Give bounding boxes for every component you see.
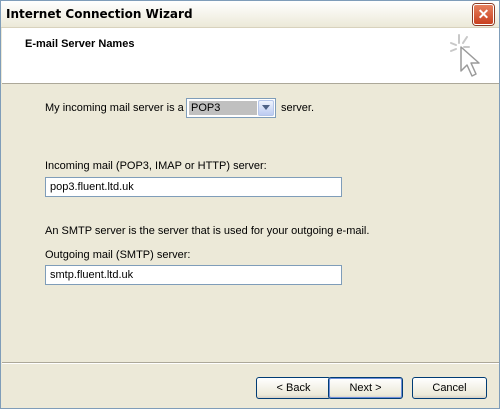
- cancel-button[interactable]: Cancel: [412, 377, 487, 399]
- back-button[interactable]: < Back: [256, 377, 331, 399]
- incoming-type-value: POP3: [189, 101, 257, 115]
- incoming-type-label: My incoming mail server is a: [45, 102, 184, 114]
- chevron-down-icon[interactable]: [258, 100, 274, 116]
- smtp-note: An SMTP server is the server that is use…: [45, 225, 370, 237]
- outgoing-server-label: Outgoing mail (SMTP) server:: [45, 249, 191, 261]
- next-button[interactable]: Next >: [328, 377, 403, 399]
- window-title: Internet Connection Wizard: [6, 7, 193, 21]
- page-title: E-mail Server Names: [25, 38, 135, 50]
- close-icon: ✕: [477, 6, 490, 22]
- outgoing-server-input[interactable]: [45, 265, 342, 285]
- divider: [2, 362, 499, 364]
- wizard-window: Internet Connection Wizard ✕ E-mail Serv…: [0, 0, 500, 409]
- wizard-header: E-mail Server Names: [2, 28, 499, 84]
- incoming-server-label: Incoming mail (POP3, IMAP or HTTP) serve…: [45, 160, 267, 172]
- incoming-server-input[interactable]: [45, 177, 342, 197]
- title-bar[interactable]: Internet Connection Wizard ✕: [1, 1, 499, 28]
- close-button[interactable]: ✕: [473, 4, 494, 25]
- incoming-type-suffix: server.: [281, 102, 315, 114]
- incoming-type-select[interactable]: POP3: [186, 98, 276, 118]
- pointer-click-icon: [450, 34, 480, 77]
